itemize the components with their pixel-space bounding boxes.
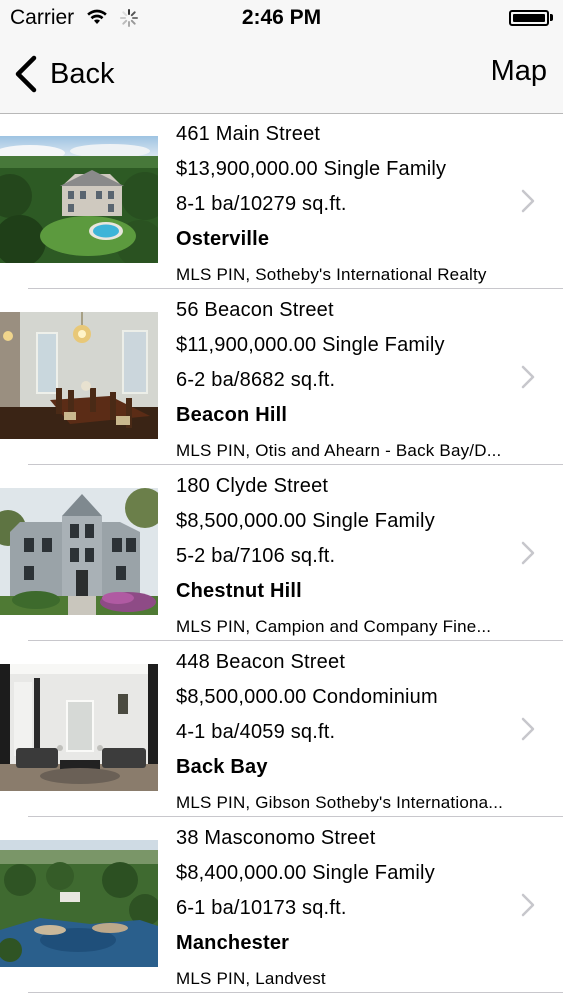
listing-neighborhood: Beacon Hill	[176, 404, 288, 426]
listing-neighborhood: Manchester	[176, 932, 290, 954]
estate-aerial-photo	[0, 136, 158, 263]
listing-row[interactable]: 180 Clyde Street $8,500,000.00 Single Fa…	[0, 465, 563, 641]
chevron-right-icon	[521, 893, 535, 917]
row-divider	[28, 992, 563, 993]
map-button[interactable]: Map	[491, 55, 547, 88]
listing-address: 461 Main Street	[176, 123, 321, 145]
battery-level-fill	[513, 14, 545, 22]
listing-price-type: $8,500,000.00 Condominium	[176, 686, 438, 708]
chevron-right-icon	[521, 541, 535, 565]
listing-agency: MLS PIN, Sotheby's International Realty	[176, 265, 487, 284]
listing-agency: MLS PIN, Landvest	[176, 969, 326, 988]
dining-room-photo	[0, 312, 158, 439]
chevron-right-icon	[521, 717, 535, 741]
battery-icon	[509, 10, 549, 26]
battery-terminal	[550, 14, 553, 21]
house-facade-photo	[0, 488, 158, 615]
listing-price-type: $8,500,000.00 Single Family	[176, 510, 435, 532]
coastal-aerial-photo	[0, 840, 158, 967]
listing-price-type: $13,900,000.00 Single Family	[176, 158, 447, 180]
navigation-header: Carrier 2:46 PM Back Map	[0, 0, 563, 114]
listing-neighborhood: Chestnut Hill	[176, 580, 302, 602]
listing-address: 180 Clyde Street	[176, 475, 329, 497]
listing-details: 5-2 ba/7106 sq.ft.	[176, 545, 336, 567]
chevron-right-icon	[521, 365, 535, 389]
listing-row[interactable]: 461 Main Street $13,900,000.00 Single Fa…	[0, 113, 563, 289]
listing-address: 38 Masconomo Street	[176, 827, 376, 849]
chevron-left-icon	[15, 55, 37, 93]
listing-row[interactable]: 56 Beacon Street $11,900,000.00 Single F…	[0, 289, 563, 465]
listing-address: 56 Beacon Street	[176, 299, 334, 321]
listing-price-type: $11,900,000.00 Single Family	[176, 334, 445, 356]
status-bar: Carrier 2:46 PM	[0, 0, 563, 36]
chevron-right-icon	[521, 189, 535, 213]
listing-details: 6-1 ba/10173 sq.ft.	[176, 897, 347, 919]
listing-details: 4-1 ba/4059 sq.ft.	[176, 721, 336, 743]
listing-neighborhood: Back Bay	[176, 756, 268, 778]
listing-price-type: $8,400,000.00 Single Family	[176, 862, 435, 884]
back-button-label: Back	[50, 57, 115, 90]
listing-address: 448 Beacon Street	[176, 651, 346, 673]
status-time: 2:46 PM	[241, 6, 322, 29]
listing-list: 461 Main Street $13,900,000.00 Single Fa…	[0, 113, 563, 993]
listing-details: 6-2 ba/8682 sq.ft.	[176, 369, 336, 391]
living-room-photo	[0, 664, 158, 791]
listing-agency: MLS PIN, Campion and Company Fine...	[176, 617, 492, 636]
listing-row[interactable]: 38 Masconomo Street $8,400,000.00 Single…	[0, 817, 563, 993]
listing-row[interactable]: 448 Beacon Street $8,500,000.00 Condomin…	[0, 641, 563, 817]
listing-agency: MLS PIN, Gibson Sotheby's Internationa..…	[176, 793, 504, 812]
listing-details: 8-1 ba/10279 sq.ft.	[176, 193, 347, 215]
back-button[interactable]: Back	[12, 52, 114, 96]
listing-neighborhood: Osterville	[176, 228, 270, 250]
listing-agency: MLS PIN, Otis and Ahearn - Back Bay/D...	[176, 441, 502, 460]
